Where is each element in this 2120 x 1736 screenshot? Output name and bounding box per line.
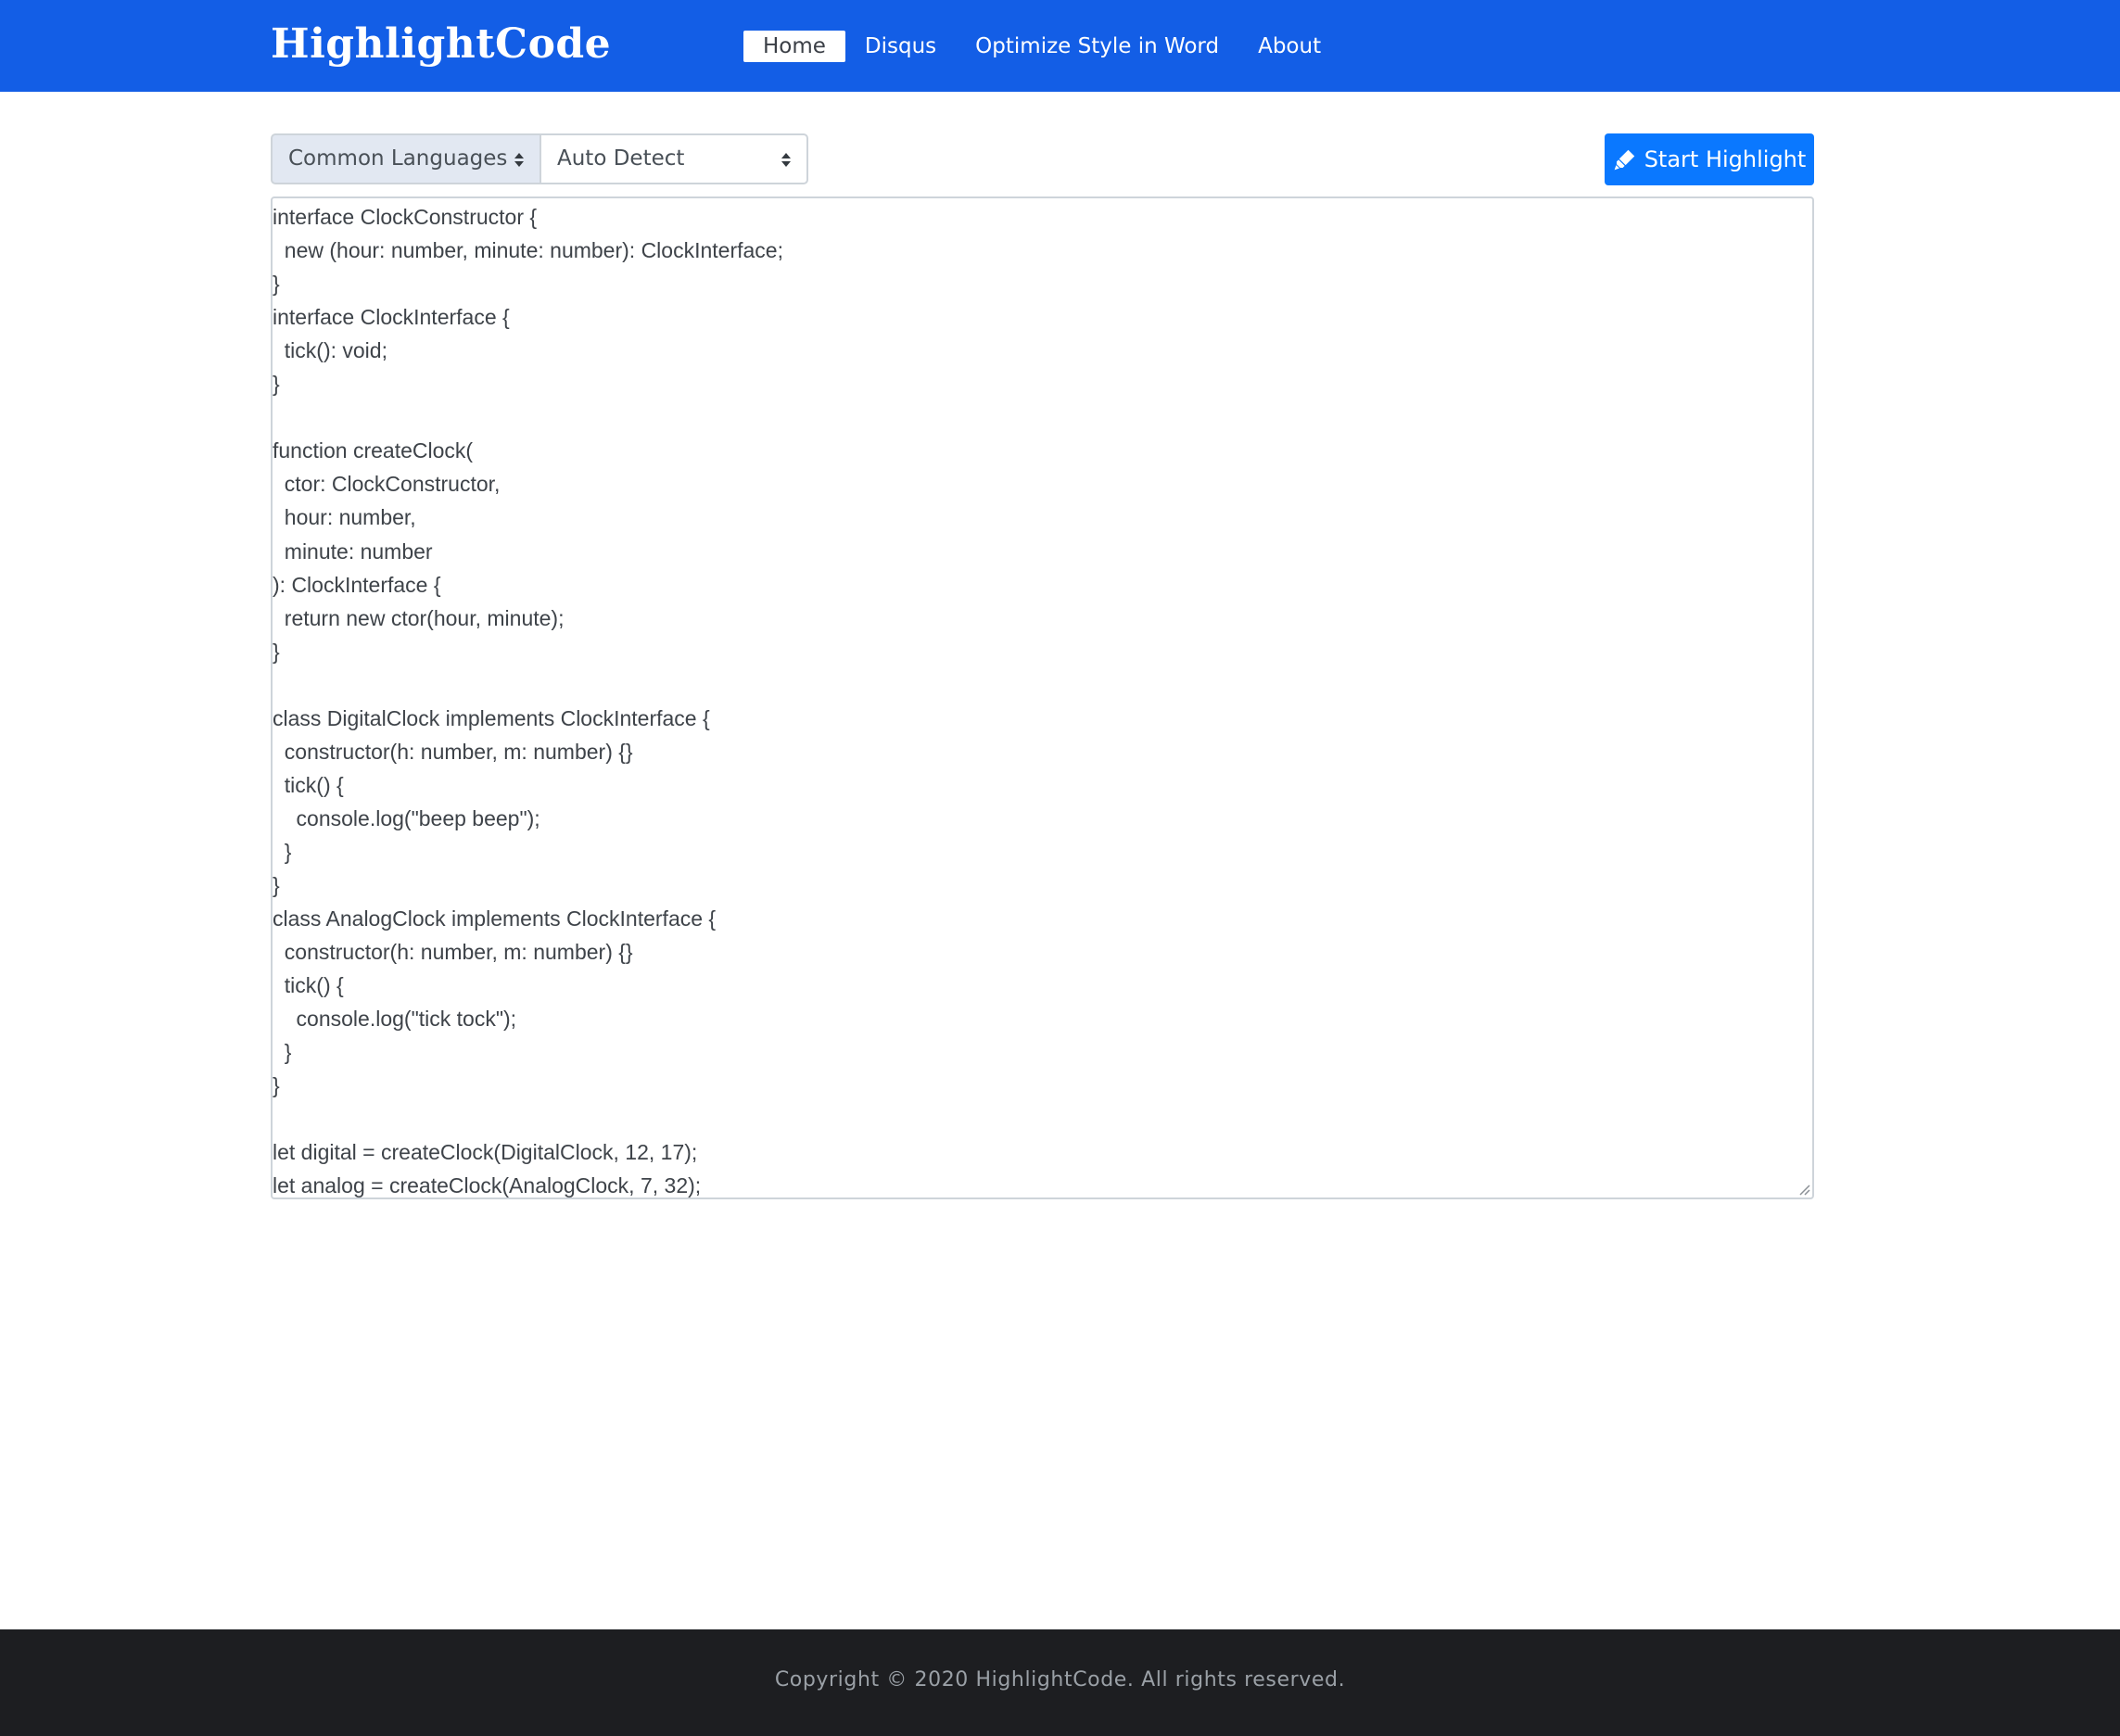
code-line: let analog = createClock(AnalogClock, 7,… xyxy=(273,1173,702,1198)
code-line: interface ClockConstructor { xyxy=(273,205,538,229)
code-line: return new ctor(hour, minute); xyxy=(273,605,565,630)
select-caret-icon xyxy=(514,153,525,168)
code-line: } xyxy=(273,372,280,397)
code-line: } xyxy=(273,1040,292,1065)
code-line: class AnalogClock implements ClockInterf… xyxy=(273,906,717,931)
code-line: minute: number xyxy=(273,539,433,564)
brand-logo[interactable]: HighlightCode xyxy=(271,20,611,68)
code-line: tick() { xyxy=(273,772,344,797)
nav-menu: Home Disqus Optimize Style in Word About xyxy=(743,30,1340,63)
code-line: console.log("tick tock"); xyxy=(273,1007,517,1032)
copyright-text: Copyright © 2020 HighlightCode. All righ… xyxy=(774,1668,1346,1692)
footer: Copyright © 2020 HighlightCode. All righ… xyxy=(0,1629,2120,1736)
code-line: interface ClockInterface { xyxy=(273,305,510,330)
start-highlight-label: Start Highlight xyxy=(1644,146,1807,172)
code-line: tick() { xyxy=(273,973,344,998)
start-highlight-button[interactable]: Start Highlight xyxy=(1605,133,1814,185)
nav-optimize-style-in-word[interactable]: Optimize Style in Word xyxy=(956,31,1238,62)
code-line: constructor(h: number, m: number) {} xyxy=(273,739,633,764)
language-toolbar: Common Languages Auto Detect xyxy=(271,133,808,184)
code-line: hour: number, xyxy=(273,505,416,530)
language-select[interactable]: Auto Detect xyxy=(540,133,808,184)
code-line: tick(): void; xyxy=(273,338,387,363)
code-line: } xyxy=(273,839,292,864)
nav-disqus[interactable]: Disqus xyxy=(845,31,956,62)
resize-handle-icon[interactable] xyxy=(1797,1183,1810,1196)
navbar: HighlightCode Home Disqus Optimize Style… xyxy=(0,0,2120,92)
code-line: } xyxy=(273,873,280,897)
code-textarea[interactable]: interface ClockConstructor { new (hour: … xyxy=(271,196,1814,1199)
code-line: function createClock( xyxy=(273,438,474,463)
code-line: } xyxy=(273,1073,280,1098)
code-line: constructor(h: number, m: number) {} xyxy=(273,940,633,965)
code-line: } xyxy=(273,639,280,664)
nav-home[interactable]: Home xyxy=(743,31,845,62)
code-line: new (hour: number, minute: number): Cloc… xyxy=(273,238,783,263)
language-value: Auto Detect xyxy=(557,146,685,171)
code-line: let digital = createClock(DigitalClock, … xyxy=(273,1140,698,1165)
code-line: } xyxy=(273,272,280,297)
highlighter-icon xyxy=(1614,149,1634,171)
code-line: ctor: ClockConstructor, xyxy=(273,472,501,497)
code-line: class DigitalClock implements ClockInter… xyxy=(273,705,710,730)
language-group-value: Common Languages xyxy=(288,146,508,171)
code-line: console.log("beep beep"); xyxy=(273,805,540,830)
language-group-select[interactable]: Common Languages xyxy=(271,133,541,184)
nav-about[interactable]: About xyxy=(1238,31,1340,62)
select-caret-icon xyxy=(781,153,792,168)
code-line: ): ClockInterface { xyxy=(273,572,441,597)
